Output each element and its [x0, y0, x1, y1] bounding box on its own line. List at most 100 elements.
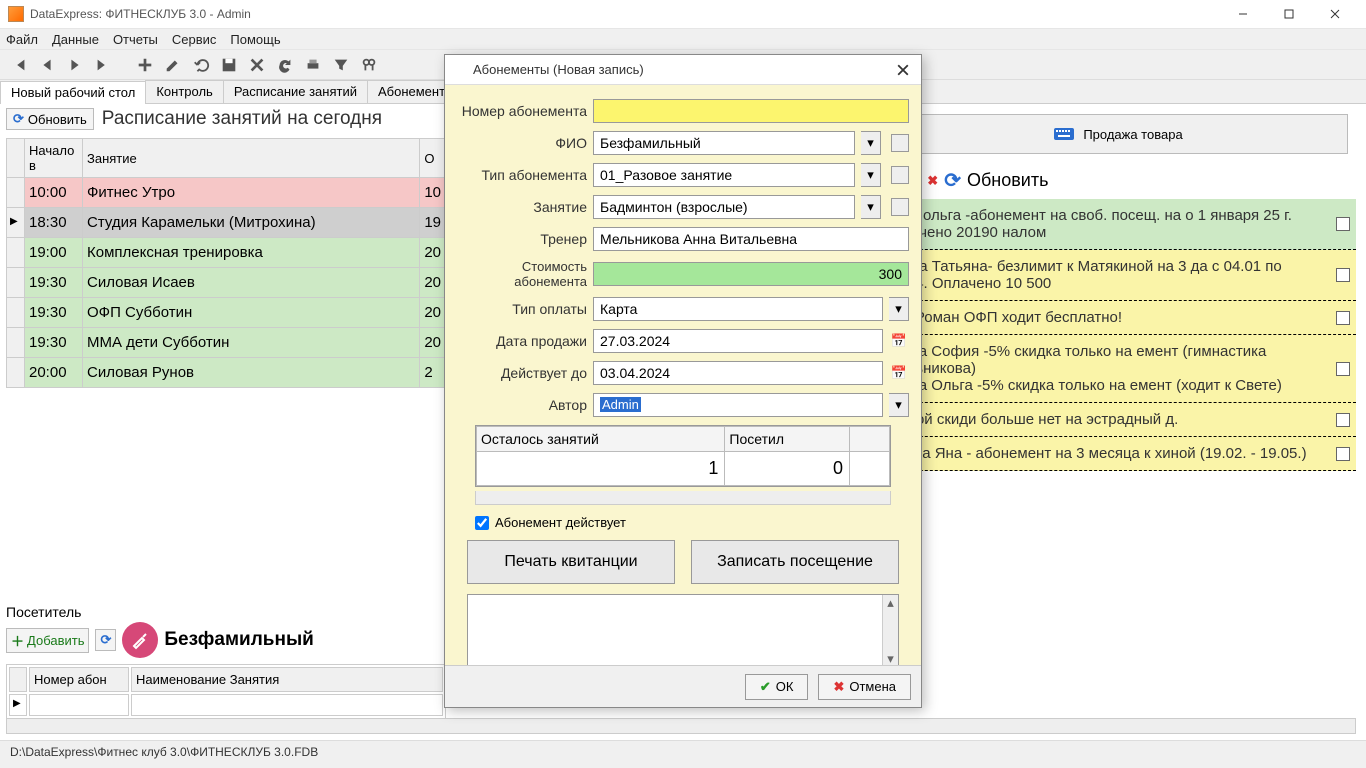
subgrid-scrollbar[interactable]: [475, 491, 891, 505]
dialog-icon: [453, 63, 467, 77]
table-row[interactable]: 19:30ОФП Субботин20: [7, 298, 446, 328]
print-receipt-button[interactable]: Печать квитанции: [467, 540, 675, 584]
status-bar: D:\DataExpress\Фитнес клуб 3.0\ФИТНЕСКЛУ…: [0, 740, 1366, 768]
valid-to-input[interactable]: [593, 361, 883, 385]
paytype-select[interactable]: [593, 297, 883, 321]
delete-note-icon[interactable]: ✖: [927, 173, 938, 189]
subscription-number-input[interactable]: [593, 99, 909, 123]
refresh-icon[interactable]: [274, 54, 296, 76]
window-close-button[interactable]: [1312, 0, 1358, 28]
lesson-input[interactable]: [593, 195, 855, 219]
visitor-section-label: Посетитель: [6, 604, 446, 620]
sale-date-input[interactable]: [593, 329, 883, 353]
dropdown-icon[interactable]: ▾: [861, 131, 881, 155]
menu-Отчеты[interactable]: Отчеты: [113, 32, 158, 47]
menu-Данные[interactable]: Данные: [52, 32, 99, 47]
note-checkbox[interactable]: [1336, 311, 1350, 325]
refresh-icon: ⟳: [13, 111, 24, 127]
lookup-button[interactable]: [891, 134, 909, 152]
note-checkbox[interactable]: [1336, 268, 1350, 282]
lookup-button[interactable]: [891, 166, 909, 184]
note-item[interactable]: цов Роман ОФП ходит бесплатно!: [880, 301, 1356, 335]
subscription-type-input[interactable]: [593, 163, 855, 187]
calendar-icon[interactable]: 📅: [889, 361, 909, 385]
note-item[interactable]: гровой скиди больше нет на эстрадный д.: [880, 403, 1356, 437]
lookup-button[interactable]: [891, 198, 909, 216]
table-row[interactable]: 20:00Силовая Рунов2: [7, 358, 446, 388]
print-icon[interactable]: [302, 54, 324, 76]
dropdown-icon[interactable]: ▾: [889, 393, 909, 417]
dialog-close-button[interactable]: [893, 60, 913, 80]
col-start[interactable]: Начало в: [25, 139, 83, 178]
horizontal-scrollbar[interactable]: [6, 718, 1356, 734]
plus-icon: ＋: [11, 631, 24, 650]
active-checkbox-label: Абонемент действует: [495, 515, 626, 530]
dropdown-icon[interactable]: ▾: [861, 195, 881, 219]
note-item[interactable]: аева ольга -абонемент на своб. посещ. на…: [880, 199, 1356, 250]
table-row[interactable]: 19:00Комплексная тренировка20: [7, 238, 446, 268]
fio-input[interactable]: [593, 131, 855, 155]
window-minimize-button[interactable]: [1220, 0, 1266, 28]
table-row[interactable]: 10:00Фитнес Утро10: [7, 178, 446, 208]
subscription-dialog: Абонементы (Новая запись) Номер абонемен…: [444, 54, 922, 708]
menu-Файл[interactable]: Файл: [6, 32, 38, 47]
refresh-visitor-button[interactable]: ⟳: [95, 629, 116, 651]
note-checkbox[interactable]: [1336, 362, 1350, 376]
nav-next-icon[interactable]: [64, 54, 86, 76]
refresh-label: Обновить: [28, 112, 87, 127]
notes-memo[interactable]: ▴▾: [467, 594, 899, 668]
window-title: DataExpress: ФИТНЕСКЛУБ 3.0 - Admin: [30, 7, 1220, 21]
notes-refresh-label[interactable]: Обновить: [967, 170, 1049, 191]
tab-2[interactable]: Расписание занятий: [223, 80, 368, 103]
refresh-schedule-button[interactable]: ⟳ Обновить: [6, 108, 94, 130]
sell-goods-button[interactable]: Продажа товара: [888, 114, 1348, 154]
record-visit-button[interactable]: Записать посещение: [691, 540, 899, 584]
visits-subgrid: Осталось занятийПосетил 10: [475, 425, 891, 487]
check-icon: ✔: [760, 679, 771, 695]
dialog-title: Абонементы (Новая запись): [473, 62, 887, 77]
cost-input[interactable]: [593, 262, 909, 286]
menu-Помощь[interactable]: Помощь: [230, 32, 280, 47]
nav-prev-icon[interactable]: [36, 54, 58, 76]
tab-0[interactable]: Новый рабочий стол: [0, 81, 146, 104]
undo-icon[interactable]: [190, 54, 212, 76]
app-icon: [8, 6, 24, 22]
nav-first-icon[interactable]: [8, 54, 30, 76]
refresh-notes-icon[interactable]: ⟳: [944, 168, 961, 193]
note-item[interactable]: даева Татьяна- безлимит к Матякиной на 3…: [880, 250, 1356, 301]
ok-button[interactable]: ✔ОК: [745, 674, 809, 700]
filter-icon[interactable]: [330, 54, 352, 76]
table-row[interactable]: ▶18:30Студия Карамельки (Митрохина)19: [7, 208, 446, 238]
cancel-button[interactable]: ✖Отмена: [818, 674, 911, 700]
note-checkbox[interactable]: [1336, 413, 1350, 427]
broom-icon[interactable]: [122, 622, 158, 658]
save-icon[interactable]: [218, 54, 240, 76]
add-icon[interactable]: [134, 54, 156, 76]
col-end[interactable]: О: [420, 139, 446, 178]
find-icon[interactable]: [358, 54, 380, 76]
nav-last-icon[interactable]: [92, 54, 114, 76]
col-lesson[interactable]: Занятие: [83, 139, 420, 178]
table-row[interactable]: 19:30Силовая Исаев20: [7, 268, 446, 298]
trainer-input[interactable]: [593, 227, 909, 251]
edit-icon[interactable]: [162, 54, 184, 76]
dropdown-icon[interactable]: ▾: [861, 163, 881, 187]
add-visitor-button[interactable]: ＋Добавить: [6, 628, 89, 653]
refresh-icon: ⟳: [100, 632, 111, 648]
note-item[interactable]: анова София -5% скидка только на емент (…: [880, 335, 1356, 403]
note-checkbox[interactable]: [1336, 217, 1350, 231]
table-row[interactable]: ▶: [9, 694, 443, 716]
window-maximize-button[interactable]: [1266, 0, 1312, 28]
author-select[interactable]: Admin: [593, 393, 883, 417]
visitor-name: Безфамильный: [164, 629, 313, 651]
note-item[interactable]: ушина Яна - абонемент на 3 месяца к хино…: [880, 437, 1356, 471]
visitor-grid: Номер абонНаименование Занятия ▶: [6, 664, 446, 719]
tab-1[interactable]: Контроль: [145, 80, 223, 103]
menu-Сервис[interactable]: Сервис: [172, 32, 217, 47]
table-row[interactable]: 19:30ММА дети Субботин20: [7, 328, 446, 358]
dropdown-icon[interactable]: ▾: [889, 297, 909, 321]
active-checkbox[interactable]: [475, 516, 489, 530]
note-checkbox[interactable]: [1336, 447, 1350, 461]
delete-icon[interactable]: [246, 54, 268, 76]
calendar-icon[interactable]: 📅: [889, 329, 909, 353]
